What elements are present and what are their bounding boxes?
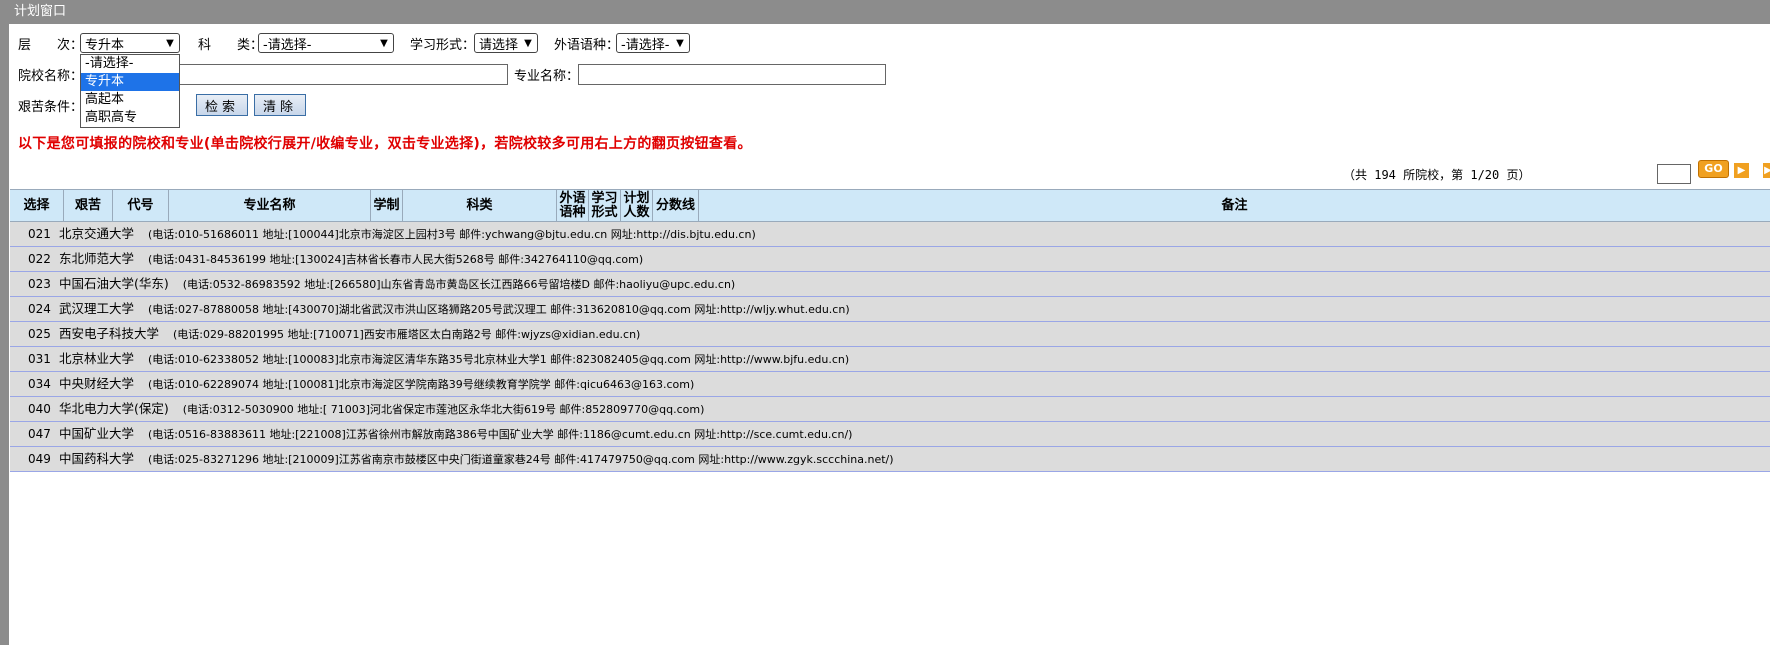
row-school-info: (电话:0532-86983592 地址:[266580]山东省青岛市黄岛区长江… [182, 278, 736, 291]
column-header: 备注 [1221, 197, 1248, 213]
row-school-info: (电话:0516-83883611 地址:[221008]江苏省徐州市解放南路3… [148, 428, 853, 441]
school-name-label: 院校名称： [18, 68, 84, 84]
column-header: 学习 形式 [589, 190, 621, 221]
filter-row-1: 层 次： 专升本 ▼ 科 类： -请选择- ▼ 学习形式： 请选择 ▼ 外语语种… [18, 32, 690, 54]
search-button[interactable]: 检索 [196, 94, 249, 116]
page-number-input[interactable] [1657, 164, 1691, 184]
left-rail [0, 0, 9, 645]
row-code: 034 [28, 377, 51, 391]
row-school-name: 中国药科大学 [59, 451, 135, 466]
row-code: 040 [28, 402, 51, 416]
row-school-info: (电话:010-62289074 地址:[100081]北京市海淀区学院南路39… [148, 378, 695, 391]
row-school-info: (电话:010-51686011 地址:[100044]北京市海淀区上园村3号 … [148, 228, 756, 241]
row-school-info: (电话:027-87880058 地址:[430070]湖北省武汉市洪山区珞狮路… [148, 303, 850, 316]
table-row[interactable]: 049 中国药科大学 (电话:025-83271296 地址:[210009]江苏省… [10, 447, 1770, 472]
category-select[interactable]: -请选择- ▼ [258, 33, 394, 53]
language-select-value: -请选择- [621, 37, 670, 53]
table-row[interactable]: 040 华北电力大学(保定) (电话:0312-5030900 地址:[ 71003… [10, 397, 1770, 422]
column-header: 专业名称 [169, 190, 371, 221]
go-button[interactable]: GO [1698, 160, 1729, 178]
row-code: 031 [28, 352, 51, 366]
level-option[interactable]: -请选择- [81, 55, 179, 73]
study-form-label: 学习形式： [410, 37, 476, 53]
category-select-value: -请选择- [263, 37, 312, 53]
level-dropdown-list: -请选择- 专升本 高起本 高职高专 [80, 54, 180, 128]
language-label: 外语语种： [554, 37, 620, 53]
hardship-label: 艰苦条件： [18, 99, 84, 115]
table-row[interactable]: 034 中央财经大学 (电话:010-62289074 地址:[100081]北京市… [10, 372, 1770, 397]
table-header: 选择 艰苦 代号 专业名称 学制 科类 外语 语种 学习 形式 计划 人数 分数… [10, 189, 1770, 222]
column-header: 代号 [113, 190, 169, 221]
chevron-right-icon[interactable]: ▶ [1763, 163, 1770, 178]
row-school-name: 东北师范大学 [59, 251, 135, 266]
column-header: 外语 语种 [557, 190, 589, 221]
row-code: 047 [28, 427, 51, 441]
level-option[interactable]: 高职高专 [81, 109, 179, 127]
column-header: 分数线 [653, 190, 699, 221]
table-row[interactable]: 025 西安电子科技大学 (电话:029-88201995 地址:[710071]西… [10, 322, 1770, 347]
category-label: 科 类： [198, 37, 264, 53]
row-school-name: 西安电子科技大学 [59, 326, 160, 341]
row-code: 025 [28, 327, 51, 341]
row-school-name: 中央财经大学 [59, 376, 135, 391]
table-row[interactable]: 047 中国矿业大学 (电话:0516-83883611 地址:[221008]江苏… [10, 422, 1770, 447]
row-school-name: 北京林业大学 [59, 351, 135, 366]
major-name-input[interactable] [578, 63, 886, 85]
row-school-info: (电话:0431-84536199 地址:[130024]吉林省长春市人民大街5… [148, 253, 644, 266]
row-school-name: 武汉理工大学 [59, 301, 135, 316]
chevron-down-icon: ▼ [524, 37, 532, 49]
table-row[interactable]: 022 东北师范大学 (电话:0431-84536199 地址:[130024]吉林… [10, 247, 1770, 272]
row-school-name: 中国矿业大学 [59, 426, 135, 441]
clear-button[interactable]: 清除 [254, 94, 307, 116]
column-header: 科类 [403, 190, 557, 221]
window-title: 计划窗口 [0, 0, 1770, 24]
table-row[interactable]: 023 中国石油大学(华东) (电话:0532-86983592 地址:[26658… [10, 272, 1770, 297]
row-code: 021 [28, 227, 51, 241]
language-select[interactable]: -请选择- ▼ [616, 33, 690, 53]
column-header: 艰苦 [64, 190, 113, 221]
chevron-down-icon: ▼ [380, 37, 388, 49]
column-header: 计划 人数 [621, 190, 653, 221]
row-code: 022 [28, 252, 51, 266]
school-list: 021 北京交通大学 (电话:010-51686011 地址:[100044]北京市… [10, 222, 1770, 472]
chevron-down-icon: ▼ [676, 37, 684, 49]
level-option[interactable]: 高起本 [81, 91, 179, 109]
study-form-select-value: 请选择 [479, 37, 519, 53]
row-school-name: 华北电力大学(保定) [59, 401, 169, 416]
column-header: 学制 [371, 190, 403, 221]
chevron-right-icon[interactable]: ▶ [1734, 163, 1749, 178]
row-code: 023 [28, 277, 51, 291]
row-code: 049 [28, 452, 51, 466]
level-option-selected[interactable]: 专升本 [81, 73, 179, 91]
pagination-info: （共 194 所院校，第 1/20 页） [1343, 168, 1531, 182]
level-select-value: 专升本 [85, 37, 125, 53]
level-label: 层 次： [18, 37, 84, 53]
row-school-name: 中国石油大学(华东) [59, 276, 169, 291]
row-school-info: (电话:025-83271296 地址:[210009]江苏省南京市鼓楼区中央门… [148, 453, 894, 466]
major-name-label: 专业名称： [514, 68, 580, 84]
study-form-select[interactable]: 请选择 ▼ [474, 33, 538, 53]
chevron-down-icon: ▼ [166, 37, 174, 49]
row-school-info: (电话:029-88201995 地址:[710071]西安市雁塔区太白南路2号… [173, 328, 641, 341]
column-header: 选择 [10, 190, 64, 221]
row-school-info: (电话:010-62338052 地址:[100083]北京市海淀区清华东路35… [148, 353, 850, 366]
table-row[interactable]: 021 北京交通大学 (电话:010-51686011 地址:[100044]北京市… [10, 222, 1770, 247]
notice-text: 以下是您可填报的院校和专业(单击院校行展开/收编专业，双击专业选择)，若院校较多… [18, 136, 752, 152]
row-school-info: (电话:0312-5030900 地址:[ 71003]河北省保定市莲池区永华北… [182, 403, 705, 416]
table-row[interactable]: 031 北京林业大学 (电话:010-62338052 地址:[100083]北京市… [10, 347, 1770, 372]
row-school-name: 北京交通大学 [59, 226, 135, 241]
level-select[interactable]: 专升本 ▼ [80, 33, 180, 53]
row-code: 024 [28, 302, 51, 316]
table-row[interactable]: 024 武汉理工大学 (电话:027-87880058 地址:[430070]湖北省… [10, 297, 1770, 322]
